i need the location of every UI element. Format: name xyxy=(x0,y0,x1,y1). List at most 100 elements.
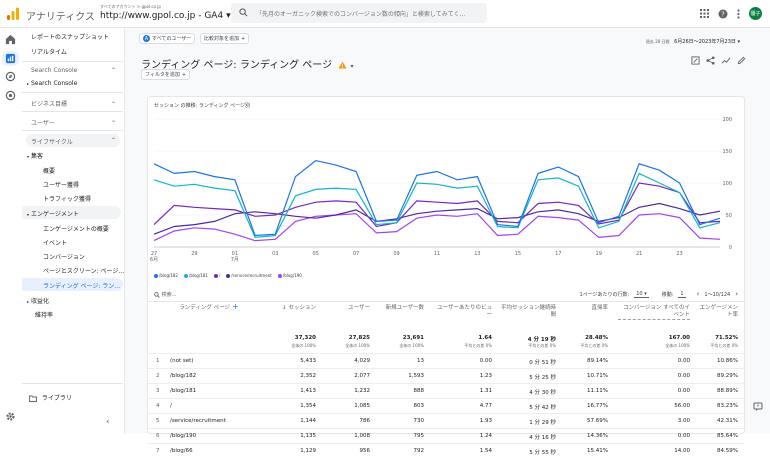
line-chart: 050100150200276月29 017月03 05 07 09 11 13 15 17 19… xyxy=(150,117,732,263)
prev-page-icon[interactable]: ‹ xyxy=(697,290,700,298)
insights-icon[interactable] xyxy=(721,56,731,65)
sidebar-section-business[interactable]: ビジネス目標 xyxy=(31,99,67,108)
home-icon[interactable] xyxy=(5,34,16,45)
sidebar-item-engagement[interactable]: ▾ エンゲージメント xyxy=(27,209,79,218)
comparison-chip-all-users[interactable]: A すべてのユーザー xyxy=(139,33,196,44)
sidebar-item-search-console[interactable]: ▸ Search Console xyxy=(27,80,77,87)
collapse-sidebar-icon[interactable]: ‹ xyxy=(106,417,110,427)
cell-page[interactable]: /blog/66 xyxy=(170,448,260,454)
feedback-icon[interactable] xyxy=(753,402,763,412)
total-engagement-rate-sub: 平均との差 0% xyxy=(710,343,738,348)
sidebar-section-search-console[interactable]: Search Console xyxy=(31,67,77,74)
col-header-landing-page[interactable]: ランディング ページ xyxy=(178,305,230,312)
add-filter-button[interactable]: フィルタを追加 + xyxy=(141,69,191,80)
caret-down-icon: ▾ xyxy=(27,154,30,159)
sidebar-item-acq-overview[interactable]: 概要 xyxy=(43,166,55,175)
account-path[interactable]: すべてのアカウント > gpol.co.jp xyxy=(100,4,161,10)
table-toolbar: 検索... 1ページあたりの行数: 10 ▾ 移動: 1 ‹ 1〜10/124 … xyxy=(148,289,744,301)
sidebar-item-eng-overview[interactable]: エンゲージメントの概要 xyxy=(43,224,109,233)
cell-sessions: 1,354 xyxy=(300,403,316,409)
sidebar-item-user-acquisition[interactable]: ユーザー獲得 xyxy=(43,180,79,189)
edit-pencil-icon[interactable] xyxy=(737,56,746,65)
table-row[interactable]: 6/blog/190 1,135 1,008 795 1.24 4 分 16 秒 14.36… xyxy=(148,428,744,443)
sidebar-item-library[interactable]: ライブラリ xyxy=(29,393,72,402)
legend-item[interactable]: / xyxy=(213,273,220,278)
sidebar-item-acquisition[interactable]: ▾ 集客 xyxy=(27,151,43,160)
help-icon[interactable]: ? xyxy=(718,9,728,19)
search-bar[interactable]: 「先月のオーガニック検索でのコンバージョン数の傾向」と検索してみてく... xyxy=(231,3,487,23)
sidebar-item-monetization[interactable]: ▸ 収益化 xyxy=(27,296,49,305)
sidebar-item-landing-page[interactable]: ランディング ページ: ラン... xyxy=(43,281,120,290)
legend-item[interactable]: /service/recruitment xyxy=(226,273,272,278)
col-header-new-users[interactable]: 新規ユーザー数 xyxy=(384,305,424,312)
sidebar-item-events[interactable]: イベント xyxy=(43,238,67,247)
cell-users: 786 xyxy=(359,418,371,424)
table-row[interactable]: 5/service/recruitment 1,144 786 730 1.93 1 分 … xyxy=(148,413,744,428)
table-row[interactable]: 1 (not set) 5,433 4,029 13 0.00 0 分 51 秒 89.14%… xyxy=(148,353,744,368)
analytics-logo-icon[interactable] xyxy=(6,7,20,23)
cell-eng: 89.29% xyxy=(717,373,738,379)
table-row[interactable]: 3/blog/181 1,413 1,232 888 1.31 4 分 30 秒 11.11… xyxy=(148,383,744,398)
reports-icon[interactable] xyxy=(5,53,16,64)
add-dimension-plus-icon[interactable]: + xyxy=(232,303,239,311)
legend-item[interactable]: /blog/181 xyxy=(183,273,208,278)
share-icon[interactable] xyxy=(706,56,715,65)
series-line[interactable] xyxy=(153,159,721,237)
col-header-conversions[interactable]: コンバージョン すべてのイベント xyxy=(618,305,690,320)
advertising-icon[interactable] xyxy=(5,90,16,101)
x-tick-label: 07 xyxy=(353,251,359,257)
add-comparison-button[interactable]: 比較対象を追加 + xyxy=(200,33,250,44)
warning-icon[interactable] xyxy=(338,61,347,69)
cell-page[interactable]: / xyxy=(170,403,260,409)
table-row[interactable]: 4 / 1,354 1,085 803 4.77 5 分 42 秒 16.77% 56.00 83… xyxy=(148,398,744,413)
col-header-avg-engagement[interactable]: 平均セッション継続時間 xyxy=(500,305,556,319)
cell-page[interactable]: /service/recruitment xyxy=(170,418,260,424)
sidebar-item-realtime[interactable]: リアルタイム xyxy=(31,47,67,56)
sidebar-section-user[interactable]: ユーザー xyxy=(31,118,55,127)
date-range-selector[interactable]: 過去 28 日間 6月26日～2023年7月23日 ▾ xyxy=(646,38,740,45)
sidebar-item-traffic-acquisition[interactable]: トラフィック獲得 xyxy=(43,194,91,203)
customize-report-icon[interactable] xyxy=(691,56,700,65)
sidebar-item-retention[interactable]: 維持率 xyxy=(35,310,53,319)
table-row[interactable]: 7/blog/66 1,129 956 792 1.54 5 分 55 秒 15.41% 14… xyxy=(148,443,744,458)
table-row[interactable]: 2/blog/182 2,352 2,077 1,593 1.23 5 分 25 秒 10.… xyxy=(148,368,744,383)
avatar[interactable]: 優子 xyxy=(749,7,762,20)
legend-item[interactable]: /blog/182 xyxy=(154,273,178,278)
total-conversions: 167.00 xyxy=(668,335,690,341)
rows-per-page-select[interactable]: 10 ▾ xyxy=(634,291,649,298)
sidebar-item-snapshot[interactable]: レポートのスナップショット xyxy=(31,32,109,41)
legend-item[interactable]: /blog/190 xyxy=(277,273,302,278)
table-search[interactable]: 検索... xyxy=(154,291,176,298)
explore-icon[interactable] xyxy=(5,71,16,82)
x-tick-label: 19 xyxy=(596,251,602,257)
cell-page[interactable]: /blog/181 xyxy=(170,388,260,394)
col-header-views-per-user[interactable]: ユーザーあたりのビュー xyxy=(436,305,492,319)
x-tick-label: 15 xyxy=(515,251,521,257)
cell-page[interactable]: /blog/182 xyxy=(170,373,260,379)
series-line[interactable] xyxy=(153,213,721,242)
next-page-icon[interactable]: › xyxy=(735,290,738,298)
sidebar-section-lifecycle[interactable]: ライフサイクル xyxy=(31,137,73,146)
more-vert-icon[interactable] xyxy=(737,8,740,19)
col-header-sessions[interactable]: ↓ セッション xyxy=(268,305,316,312)
cell-avg: 0 分 51 秒 xyxy=(529,360,556,366)
sidebar-item-pages-screens[interactable]: ページとスクリーン: ページ... xyxy=(43,266,124,275)
col-header-bounce-rate[interactable]: 直帰率 xyxy=(566,305,608,312)
col-header-users[interactable]: ユーザー xyxy=(326,305,370,312)
chevron-down-icon[interactable]: ⌄ xyxy=(111,117,116,124)
goto-label: 移動: xyxy=(661,291,674,298)
page-title-dropdown-icon[interactable]: ▾ xyxy=(350,63,353,70)
y-tick-label: 150 xyxy=(722,149,732,155)
chevron-up-icon[interactable]: ⌃ xyxy=(111,137,116,144)
cell-page[interactable]: (not set) xyxy=(170,358,260,364)
property-selector[interactable]: http://www.gpol.co.jp - GA4 ▾ xyxy=(100,11,231,21)
apps-grid-icon[interactable] xyxy=(700,9,709,18)
chevron-up-icon[interactable]: ⌃ xyxy=(111,67,116,74)
cell-conv: 0.00 xyxy=(677,373,690,379)
sidebar-item-conversions[interactable]: コンバージョン xyxy=(43,252,85,261)
chevron-down-icon[interactable]: ⌄ xyxy=(111,98,116,105)
settings-gear-icon[interactable] xyxy=(5,411,16,422)
col-header-engagement-rate[interactable]: エンゲージメント率 xyxy=(696,305,738,319)
table-search-placeholder: 検索... xyxy=(161,292,177,298)
goto-input[interactable]: 1 xyxy=(678,291,686,298)
